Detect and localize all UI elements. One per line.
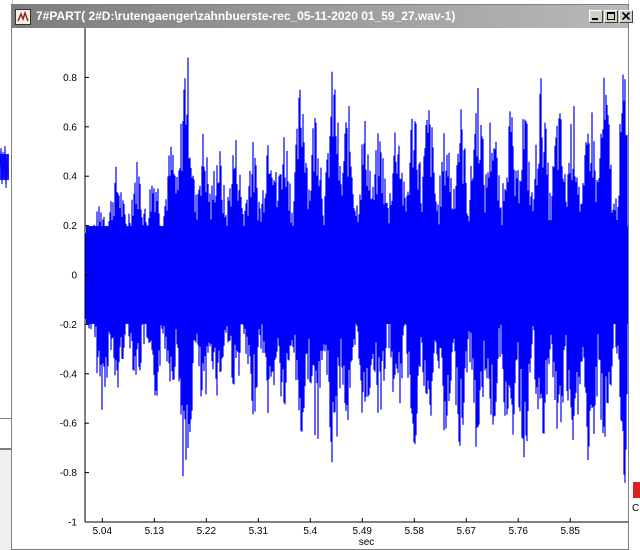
- window-title: 7#PART( 2#D:\rutengaenger\zahnbuerste-re…: [36, 9, 456, 23]
- x-tick-label: 5.85: [560, 526, 580, 537]
- waveform-series: [85, 57, 628, 483]
- plot-area[interactable]: -1 -0.8 -0.6 -0.4 -0.2 0 0.2 0.4 0.6 0.8 5.04 5.13…: [12, 28, 628, 549]
- y-tick-label: -0.4: [60, 369, 78, 380]
- title-bar[interactable]: 7#PART( 2#D:\rutengaenger\zahnbuerste-re…: [12, 5, 633, 28]
- close-button[interactable]: [619, 10, 633, 23]
- x-tick-label: 5.22: [197, 526, 217, 537]
- minimize-button[interactable]: [589, 10, 603, 23]
- y-tick-label: -1: [68, 518, 77, 529]
- x-tick-label: 5.4: [303, 526, 317, 537]
- background-window-right: [628, 0, 640, 550]
- background-text: C: [632, 503, 640, 514]
- x-tick-label: 5.13: [145, 526, 165, 537]
- waveform-core: [86, 226, 628, 324]
- y-tick-label: 0: [71, 271, 77, 282]
- x-tick-label: 5.04: [93, 526, 113, 537]
- plot-window[interactable]: 7#PART( 2#D:\rutengaenger\zahnbuerste-re…: [11, 4, 633, 550]
- y-tick-label: 0.4: [63, 172, 77, 183]
- y-tick-label: -0.2: [60, 320, 78, 331]
- x-tick-label: 5.67: [457, 526, 477, 537]
- y-tick-label: 0.6: [63, 122, 77, 133]
- x-tick-label: 5.31: [249, 526, 269, 537]
- background-red-marker: [633, 482, 640, 498]
- waveform-chart[interactable]: -1 -0.8 -0.6 -0.4 -0.2 0 0.2 0.4 0.6 0.8 5.04 5.13…: [12, 28, 628, 549]
- x-tick-label: 5.76: [509, 526, 529, 537]
- x-axis: 5.04 5.13 5.22 5.31 5.4 5.49 5.58 5.67 5.76 5.85: [93, 518, 580, 537]
- y-tick-label: 0.2: [63, 221, 77, 232]
- app-icon[interactable]: [15, 9, 31, 25]
- maximize-button[interactable]: [604, 10, 618, 23]
- x-tick-label: 5.58: [405, 526, 425, 537]
- background-waveform-fragment: [0, 145, 9, 189]
- y-tick-label: -0.8: [60, 468, 78, 479]
- x-tick-label: 5.49: [353, 526, 373, 537]
- y-tick-label: 0.8: [63, 73, 77, 84]
- y-tick-label: -0.6: [60, 419, 78, 430]
- x-axis-label: sec: [359, 537, 375, 548]
